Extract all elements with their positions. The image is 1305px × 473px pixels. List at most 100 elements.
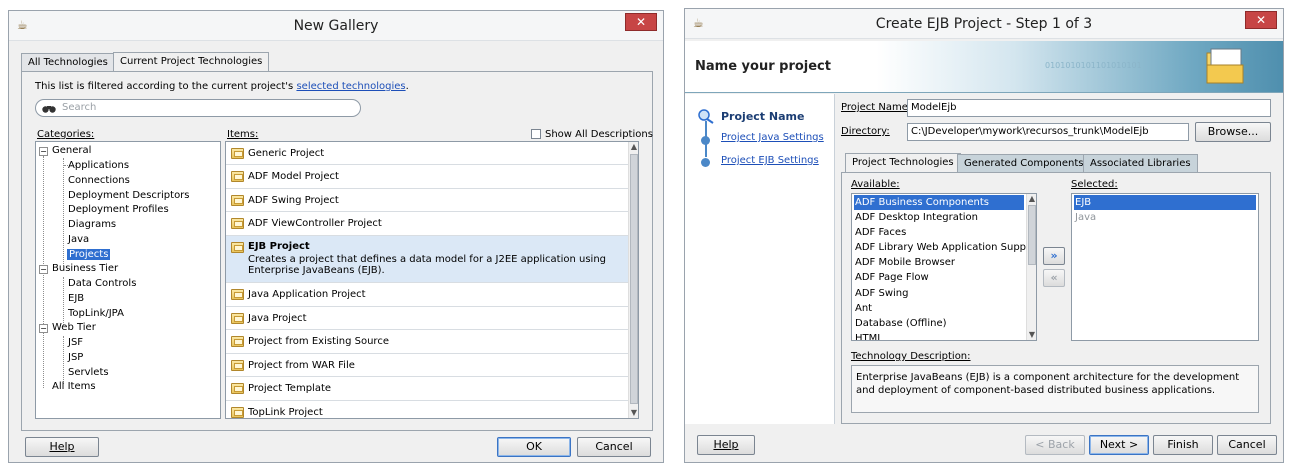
list-item[interactable]: Project Template bbox=[226, 377, 628, 401]
collapse-toggle[interactable]: − bbox=[39, 265, 48, 274]
list-item[interactable]: ADF Faces bbox=[854, 225, 1024, 240]
category-jsf[interactable]: JSF bbox=[68, 337, 83, 348]
project-folder-icon bbox=[231, 313, 244, 324]
cancel-button[interactable]: Cancel bbox=[1217, 435, 1277, 455]
scroll-thumb[interactable] bbox=[1028, 205, 1036, 265]
tree-line bbox=[63, 277, 64, 325]
categories-tree[interactable]: − General Applications Connections Deplo… bbox=[35, 141, 221, 419]
list-item[interactable]: Project from Existing Source bbox=[226, 330, 628, 354]
help-button[interactable]: Help bbox=[697, 435, 755, 455]
remove-technology-button[interactable]: « bbox=[1043, 269, 1065, 287]
category-diagrams[interactable]: Diagrams bbox=[68, 219, 116, 230]
list-item[interactable]: Java Application Project bbox=[226, 283, 628, 307]
close-icon[interactable]: ✕ bbox=[625, 13, 657, 31]
project-folder-icon bbox=[231, 360, 244, 371]
ok-button[interactable]: OK bbox=[497, 437, 571, 457]
list-item[interactable]: TopLink Project bbox=[226, 401, 628, 418]
filter-note: This list is filtered according to the c… bbox=[35, 81, 409, 92]
item-label: Java Project bbox=[248, 313, 307, 324]
ejb-title: Create EJB Project - Step 1 of 3 bbox=[875, 16, 1093, 32]
project-folder-icon bbox=[231, 148, 244, 159]
selected-list[interactable]: EJB Java bbox=[1071, 193, 1259, 341]
project-folder-icon bbox=[231, 242, 244, 253]
list-item[interactable]: HTML bbox=[854, 331, 1024, 340]
category-general[interactable]: General bbox=[52, 145, 91, 156]
list-item[interactable]: ADF Desktop Integration bbox=[854, 210, 1024, 225]
category-toplink-jpa[interactable]: TopLink/JPA bbox=[68, 308, 124, 319]
project-name-label: Project Name: bbox=[841, 102, 912, 113]
search-input[interactable]: Search bbox=[35, 99, 361, 117]
wizard-banner: Name your project 0101010101101010101 bbox=[685, 41, 1283, 93]
tree-line bbox=[63, 158, 64, 266]
scroll-thumb[interactable] bbox=[630, 154, 638, 404]
list-item[interactable]: Project from WAR File bbox=[226, 354, 628, 377]
item-label: TopLink Project bbox=[248, 407, 323, 418]
step-project-java-settings[interactable]: Project Java Settings bbox=[721, 132, 824, 143]
category-data-controls[interactable]: Data Controls bbox=[68, 278, 136, 289]
chevron-right-icon: » bbox=[1050, 249, 1058, 262]
list-item[interactable]: ADF Business Components bbox=[854, 195, 1024, 210]
project-folder-icon bbox=[1206, 48, 1244, 84]
step-bullet-icon bbox=[701, 158, 710, 167]
category-deployment-profiles[interactable]: Deployment Profiles bbox=[68, 204, 169, 215]
finish-button[interactable]: Finish bbox=[1153, 435, 1213, 455]
available-scrollbar[interactable]: ▲ ▼ bbox=[1026, 194, 1036, 340]
selected-technologies-link[interactable]: selected technologies bbox=[296, 81, 405, 92]
tab-all-technologies[interactable]: All Technologies bbox=[21, 53, 115, 71]
list-item[interactable]: Database (Offline) bbox=[854, 316, 1024, 331]
list-item[interactable]: ADF Swing bbox=[854, 286, 1024, 301]
list-item[interactable]: ADF Library Web Application Support bbox=[854, 240, 1036, 255]
tab-associated-libraries[interactable]: Associated Libraries bbox=[1083, 154, 1198, 172]
add-technology-button[interactable]: » bbox=[1043, 247, 1065, 265]
scroll-up-icon[interactable]: ▲ bbox=[629, 142, 638, 152]
collapse-toggle[interactable]: − bbox=[39, 324, 48, 333]
scroll-down-icon[interactable]: ▼ bbox=[629, 408, 638, 418]
category-connections[interactable]: Connections bbox=[68, 175, 130, 186]
collapse-toggle[interactable]: − bbox=[39, 147, 48, 156]
list-item[interactable]: ADF Page Flow bbox=[854, 270, 1024, 285]
category-web-tier[interactable]: Web Tier bbox=[52, 322, 96, 333]
items-scrollbar[interactable]: ▲ ▼ bbox=[628, 142, 638, 418]
category-servlets[interactable]: Servlets bbox=[68, 367, 109, 378]
back-button[interactable]: < Back bbox=[1025, 435, 1085, 455]
step-project-ejb-settings[interactable]: Project EJB Settings bbox=[721, 155, 819, 166]
item-label: Generic Project bbox=[248, 148, 325, 159]
show-all-descriptions-checkbox[interactable] bbox=[531, 129, 541, 139]
item-label: Project from WAR File bbox=[248, 360, 355, 371]
step-project-name[interactable]: Project Name bbox=[721, 110, 804, 123]
close-icon[interactable]: ✕ bbox=[1245, 11, 1277, 29]
directory-input[interactable]: C:\JDeveloper\mywork\recursos_trunk\Mode… bbox=[907, 123, 1189, 141]
tab-generated-components[interactable]: Generated Components bbox=[957, 154, 1091, 172]
list-item[interactable]: ADF Model Project bbox=[226, 165, 628, 189]
list-item[interactable]: Java bbox=[1074, 210, 1256, 225]
category-deployment-descriptors[interactable]: Deployment Descriptors bbox=[68, 190, 190, 201]
list-item[interactable]: Ant bbox=[854, 301, 1024, 316]
project-name-input[interactable]: ModelEjb bbox=[907, 99, 1271, 117]
list-item[interactable]: Generic Project bbox=[226, 142, 628, 165]
available-list[interactable]: ADF Business Components ADF Desktop Inte… bbox=[851, 193, 1037, 341]
help-button[interactable]: Help bbox=[25, 437, 99, 457]
items-list[interactable]: Generic Project ADF Model Project ADF Sw… bbox=[225, 141, 639, 419]
item-label: Project Template bbox=[248, 383, 332, 394]
category-ejb[interactable]: EJB bbox=[68, 293, 84, 304]
category-java[interactable]: Java bbox=[68, 234, 89, 245]
next-button[interactable]: Next > bbox=[1089, 435, 1149, 455]
category-all-items[interactable]: All Items bbox=[52, 381, 96, 392]
tab-project-technologies[interactable]: Project Technologies bbox=[845, 153, 961, 172]
scroll-down-icon[interactable]: ▼ bbox=[1027, 330, 1036, 340]
list-item[interactable]: ADF ViewController Project bbox=[226, 212, 628, 236]
list-item-selected[interactable]: EJB Project Creates a project that defin… bbox=[226, 236, 628, 283]
category-applications[interactable]: Applications bbox=[68, 160, 129, 171]
browse-button[interactable]: Browse... bbox=[1195, 122, 1271, 142]
category-jsp[interactable]: JSP bbox=[68, 352, 83, 363]
cancel-button[interactable]: Cancel bbox=[577, 437, 651, 457]
list-item[interactable]: ADF Mobile Browser bbox=[854, 255, 1024, 270]
tab-current-project-technologies[interactable]: Current Project Technologies bbox=[113, 52, 270, 71]
category-business-tier[interactable]: Business Tier bbox=[52, 263, 118, 274]
list-item[interactable]: ADF Swing Project bbox=[226, 189, 628, 212]
project-folder-icon bbox=[231, 407, 244, 418]
category-projects[interactable]: Projects bbox=[67, 249, 111, 260]
scroll-up-icon[interactable]: ▲ bbox=[1027, 194, 1036, 204]
list-item[interactable]: Java Project bbox=[226, 307, 628, 330]
list-item[interactable]: EJB bbox=[1074, 195, 1256, 210]
